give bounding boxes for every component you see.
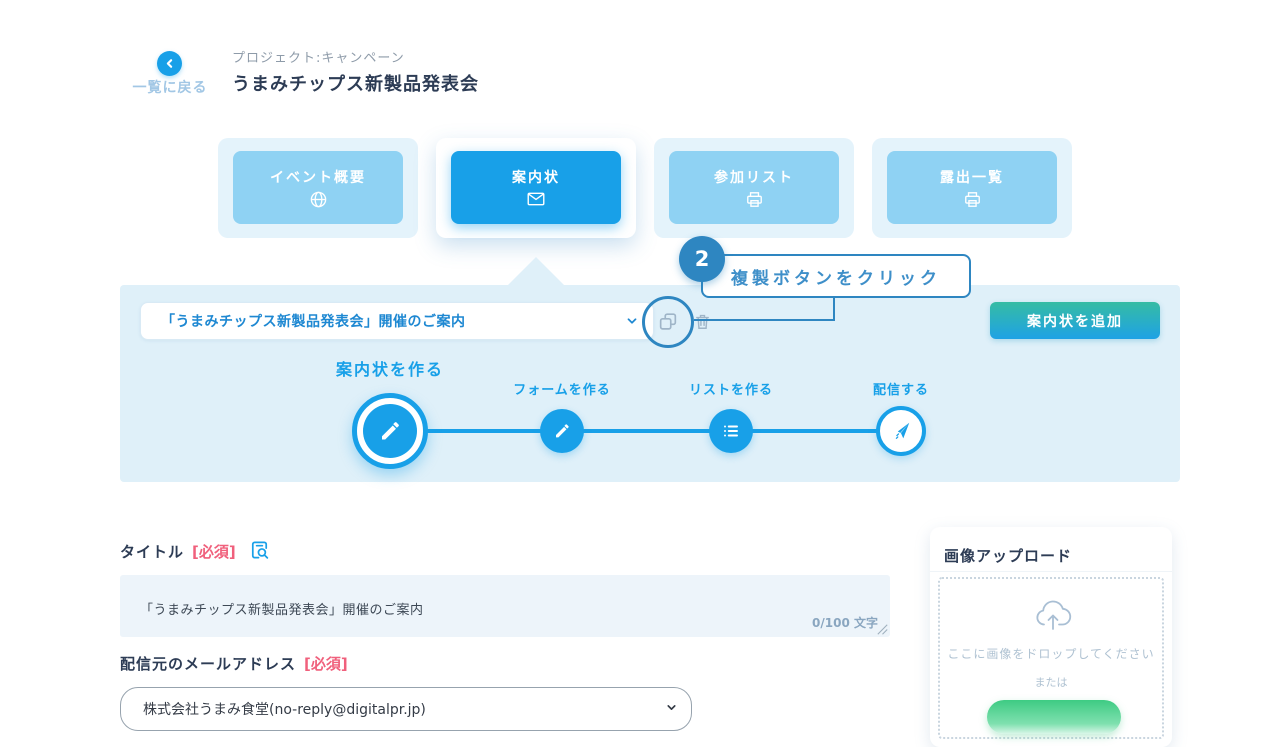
sender-label: 配信元のメールアドレス [120, 653, 296, 674]
stepper-node-inner [363, 404, 417, 458]
stepper-node-create-invitation[interactable] [352, 393, 428, 469]
stepper-label-create-invitation: 案内状を作る [320, 356, 460, 380]
required-badge: [必須] [192, 541, 236, 562]
annotation-tooltip: 複製ボタンをクリック [701, 254, 971, 298]
chevron-down-icon [665, 701, 678, 714]
globe-icon [309, 190, 328, 209]
list-icon [722, 422, 740, 440]
pencil-icon [553, 422, 571, 440]
delete-button[interactable] [693, 312, 712, 331]
tab-participant-list[interactable]: 参加リスト [669, 151, 839, 224]
printer-icon [745, 190, 764, 209]
project-type-label: プロジェクト:キャンペーン [232, 47, 405, 66]
printer-icon [963, 190, 982, 209]
divider [930, 571, 1172, 572]
resize-handle[interactable] [877, 624, 888, 635]
drop-zone-text: ここに画像をドロップしてください [940, 645, 1162, 662]
annotation-tooltip-text: 複製ボタンをクリック [731, 264, 941, 289]
invitation-select-value: 「うまみチップス新製品発表会」開催のご案内 [161, 311, 466, 331]
mail-icon [526, 190, 546, 208]
step-number-badge: 2 [679, 236, 725, 282]
title-field-header: タイトル [必須] [120, 540, 271, 562]
char-counter: 0/100 文字 [812, 614, 878, 631]
page-title: うまみチップス新製品発表会 [232, 70, 479, 96]
stepper-node-create-list[interactable] [709, 409, 753, 453]
stepper-connector-line [390, 429, 901, 433]
chevron-left-icon [163, 57, 176, 70]
stepper-node-create-form[interactable] [540, 409, 584, 453]
tab-label: イベント概要 [270, 167, 366, 187]
tab-label: 参加リスト [714, 167, 794, 187]
trash-icon [693, 312, 712, 331]
document-search-icon [248, 538, 271, 562]
title-preview-button[interactable] [248, 538, 271, 562]
title-value: 「うまみチップス新製品発表会」開催のご案内 [140, 599, 424, 618]
title-label: タイトル [120, 541, 184, 562]
step-number: 2 [695, 247, 710, 271]
annotation-highlight-circle [642, 296, 694, 348]
tab-exposure-list[interactable]: 露出一覧 [887, 151, 1057, 224]
select-image-button[interactable] [987, 700, 1121, 734]
tab-label: 露出一覧 [940, 167, 1004, 187]
cloud-upload-icon [1033, 599, 1073, 631]
back-button-label[interactable]: 一覧に戻る [130, 77, 210, 97]
back-button[interactable] [157, 51, 182, 76]
active-tab-pointer [508, 257, 564, 285]
sender-email-value: 株式会社うまみ食堂(no-reply@digitalpr.jp) [143, 699, 426, 719]
chevron-down-icon [625, 314, 639, 328]
stepper-label-send: 配信する [841, 379, 961, 398]
required-badge: [必須] [304, 653, 348, 674]
invitation-select[interactable]: 「うまみチップス新製品発表会」開催のご案内 [140, 302, 654, 340]
send-icon [890, 420, 912, 442]
pencil-icon [378, 419, 402, 443]
annotation-connector-line [833, 297, 835, 321]
image-drop-zone[interactable]: ここに画像をドロップしてください または [938, 577, 1164, 739]
tab-label: 案内状 [512, 167, 560, 187]
image-upload-title: 画像アップロード [944, 545, 1072, 566]
sender-email-select[interactable]: 株式会社うまみ食堂(no-reply@digitalpr.jp) [120, 687, 692, 731]
image-upload-panel: 画像アップロード ここに画像をドロップしてください または [930, 527, 1172, 747]
sender-field-header: 配信元のメールアドレス [必須] [120, 653, 348, 674]
stepper-label-create-form: フォームを作る [502, 379, 622, 398]
or-text: または [940, 674, 1162, 690]
title-textarea[interactable]: 「うまみチップス新製品発表会」開催のご案内 0/100 文字 [120, 575, 890, 637]
stepper-label-create-list: リストを作る [671, 379, 791, 398]
tab-container-exposure-list: 露出一覧 [872, 138, 1072, 238]
tab-container-invitation: 案内状 [436, 138, 636, 238]
annotation-connector-line [694, 319, 835, 321]
tab-container-participant-list: 参加リスト [654, 138, 854, 238]
tab-event-overview[interactable]: イベント概要 [233, 151, 403, 224]
tab-invitation[interactable]: 案内状 [451, 151, 621, 224]
stepper-node-send[interactable] [876, 406, 926, 456]
add-invitation-button[interactable]: 案内状を追加 [990, 302, 1160, 339]
tab-container-event-overview: イベント概要 [218, 138, 418, 238]
